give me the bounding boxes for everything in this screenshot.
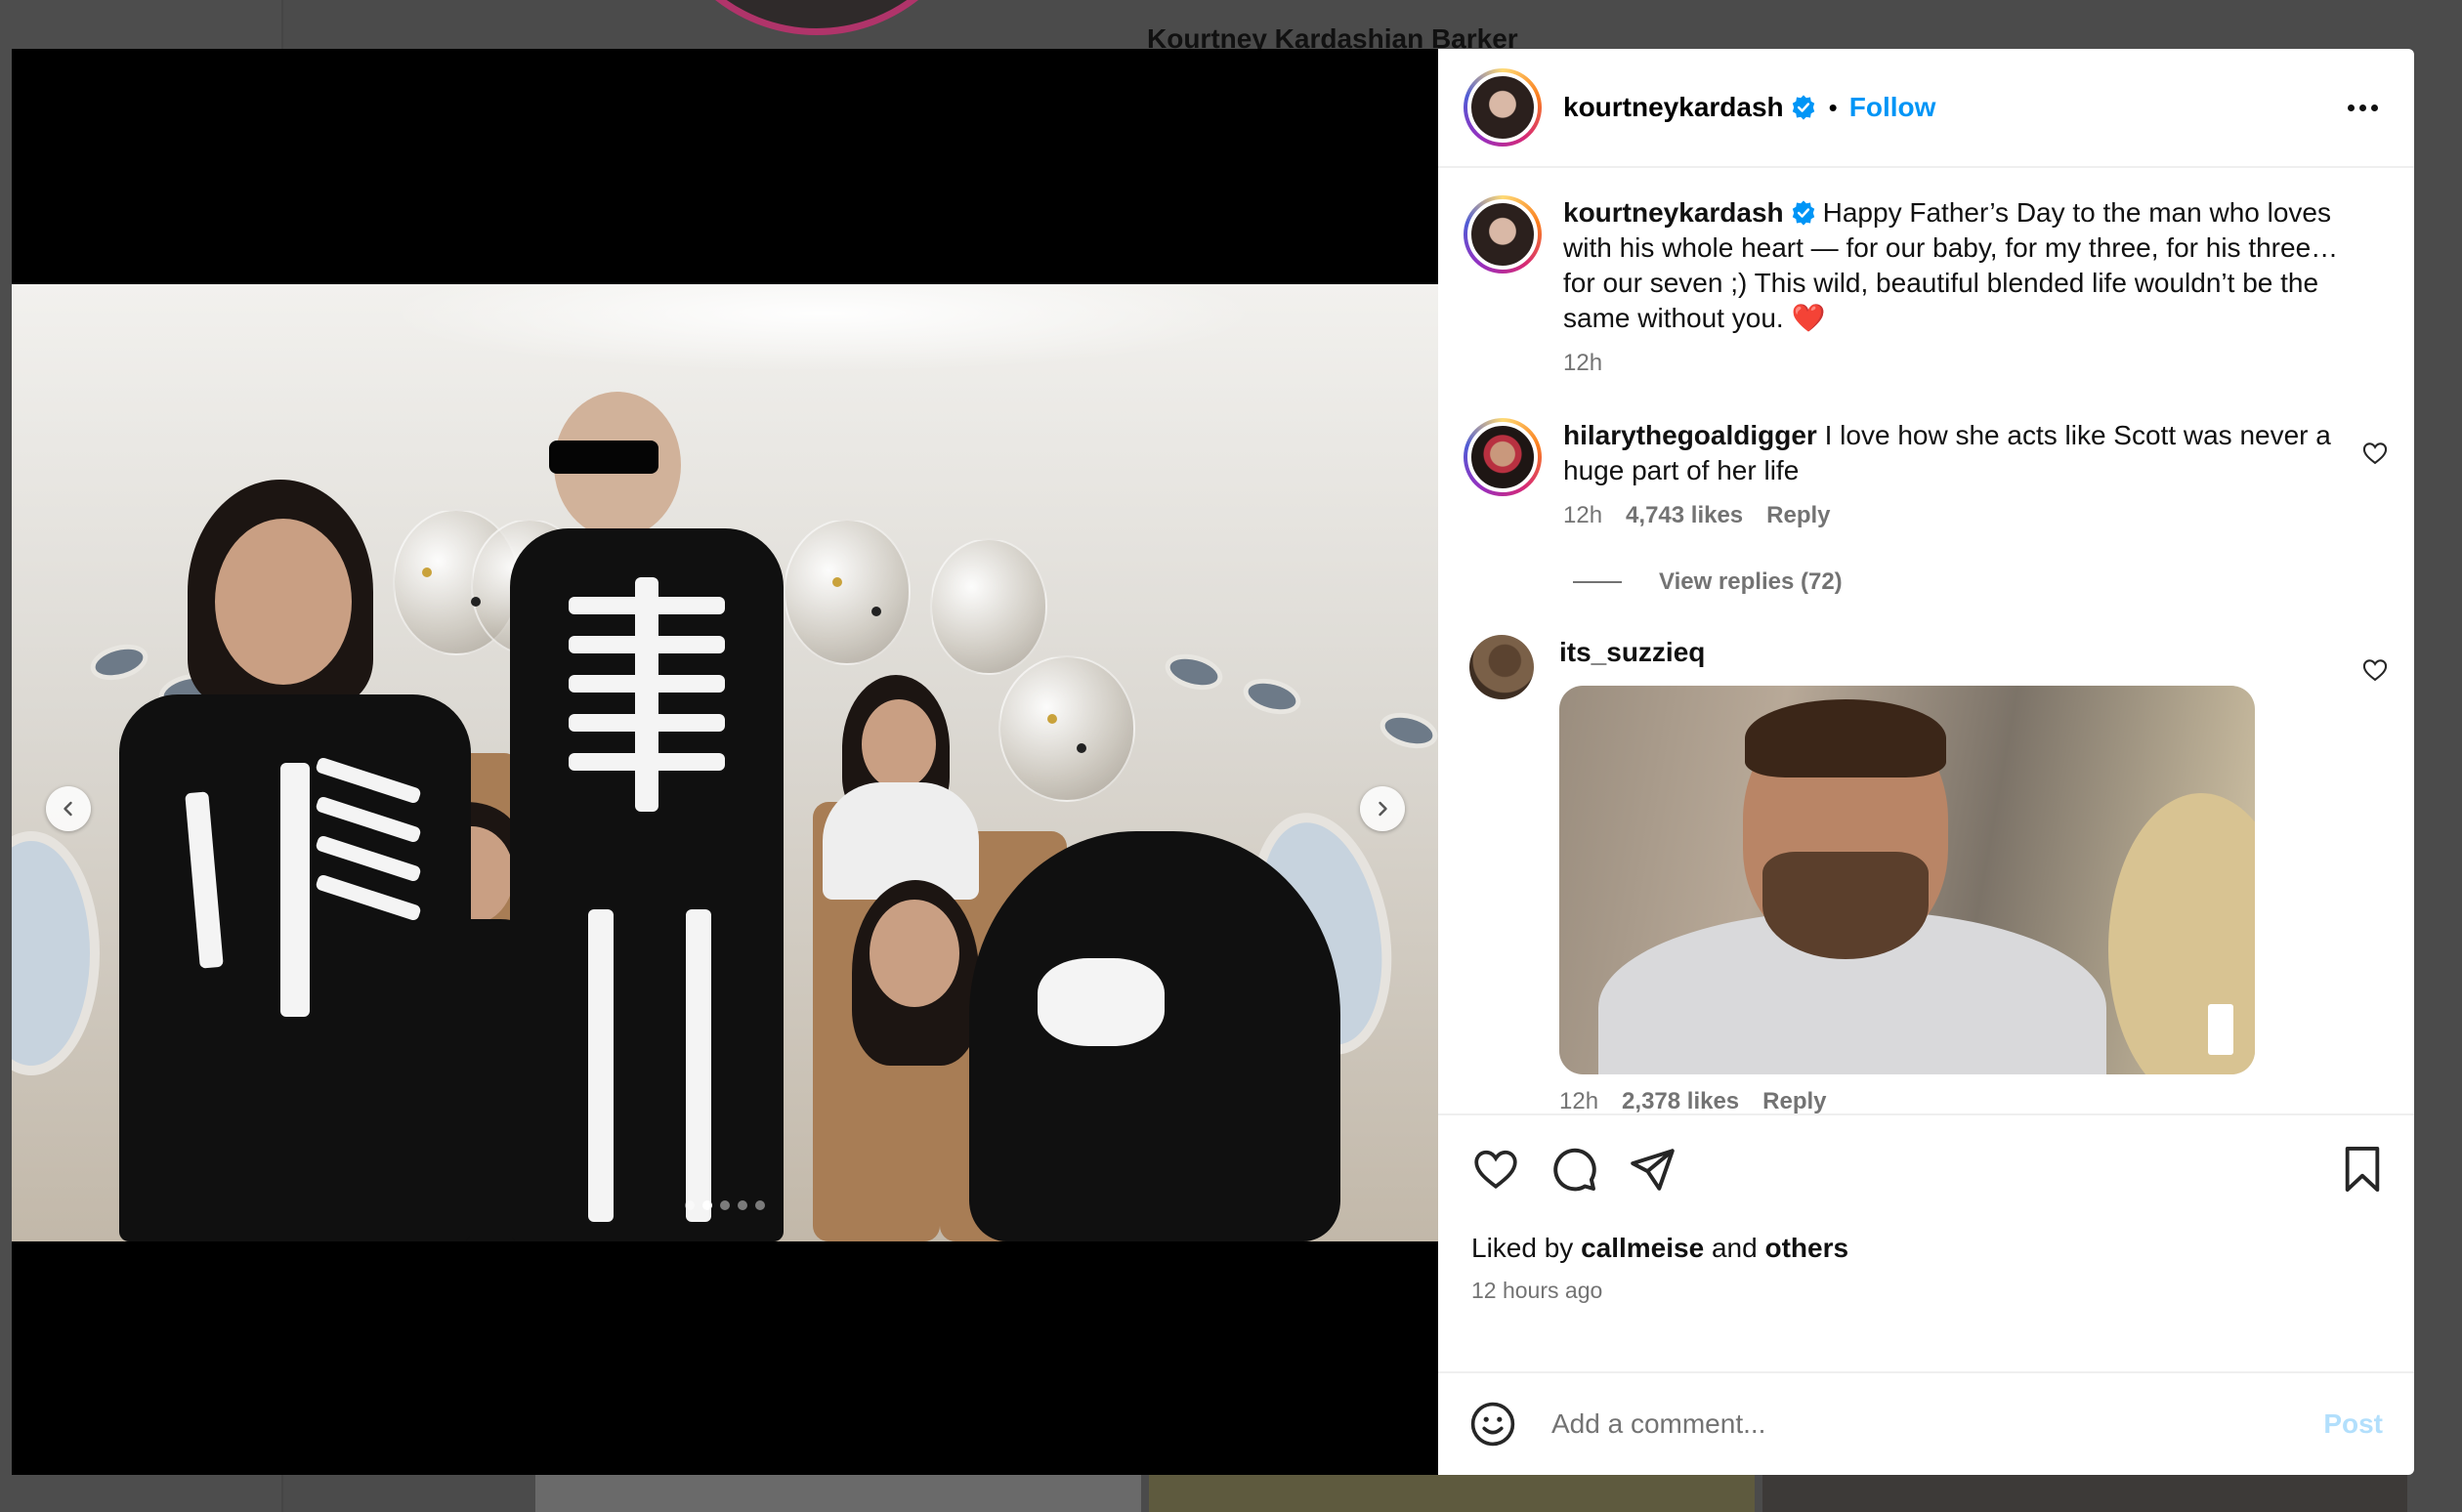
sunglasses (549, 441, 658, 474)
balloon (930, 538, 1047, 675)
author-username[interactable]: kourtneykardash (1563, 92, 1784, 123)
comment-bubble-icon[interactable] (1549, 1145, 1598, 1194)
comment-item: its_suzzieq 12h 2,378 likes Reply (1464, 635, 2389, 1113)
bookmark-icon[interactable] (2340, 1145, 2385, 1194)
follow-button[interactable]: Follow (1849, 92, 1936, 123)
carousel-dot (755, 1200, 765, 1210)
view-replies-label: View replies (72) (1659, 568, 1843, 595)
comment-timestamp[interactable]: 12h (1559, 1088, 1598, 1113)
comment-input[interactable] (1551, 1408, 2324, 1440)
cabin-window-large (12, 831, 100, 1075)
cabin-window (86, 638, 152, 687)
comment-item: hilarythegoaldigger I love how she acts … (1464, 418, 2389, 529)
comment-timestamp[interactable]: 12h (1563, 502, 1602, 529)
liked-by-summary: Liked by callmeise and others (1471, 1233, 1849, 1263)
heart-icon[interactable] (2361, 656, 2389, 684)
cabin-window (1239, 672, 1305, 721)
balloon (784, 519, 911, 665)
carousel-dot (702, 1200, 712, 1210)
carousel-dot (738, 1200, 747, 1210)
chevron-left-icon (64, 801, 72, 817)
verified-badge-icon (1792, 200, 1814, 226)
comment-composer: Post (1438, 1371, 2414, 1475)
header-separator: • (1828, 92, 1838, 122)
carousel-dot (685, 1200, 695, 1210)
post-modal: kourtneykardash • Follow kourtneykardash… (12, 49, 2414, 1475)
commenter-username[interactable]: its_suzzieq (1559, 637, 1705, 667)
post-header: kourtneykardash • Follow (1438, 49, 2414, 168)
post-side-panel: kourtneykardash • Follow kourtneykardash… (1438, 49, 2414, 1475)
network-logo (2208, 1004, 2233, 1055)
post-time-ago[interactable]: 12 hours ago (1471, 1278, 2389, 1304)
verified-badge-icon (1792, 95, 1814, 120)
caption-timestamp[interactable]: 12h (1563, 350, 1602, 377)
comment-gif[interactable] (1559, 686, 2255, 1074)
author-avatar[interactable] (1464, 68, 1542, 147)
carousel-prev-button[interactable] (46, 786, 91, 831)
post-photo[interactable] (12, 284, 1438, 1241)
background-post-grid (535, 1470, 2411, 1512)
post-caption: kourtneykardash Happy Father’s Day to the… (1464, 195, 2389, 377)
comment-likes-count[interactable]: 2,378 likes (1622, 1088, 1739, 1113)
commenter-avatar[interactable] (1469, 635, 1534, 699)
heart-icon[interactable] (2361, 440, 2389, 467)
paper-plane-icon[interactable] (1628, 1145, 1677, 1194)
balloon (998, 655, 1135, 802)
chevron-right-icon (1379, 801, 1387, 817)
post-actions: Liked by callmeise and others 12 hours a… (1438, 1113, 2414, 1371)
post-comment-button[interactable]: Post (2323, 1408, 2383, 1440)
heart-icon[interactable] (1471, 1145, 1520, 1194)
liked-by-user-link[interactable]: callmeise (1581, 1233, 1704, 1263)
reply-button[interactable]: Reply (1766, 502, 1830, 529)
commenter-username[interactable]: hilarythegoaldigger (1563, 420, 1817, 450)
liked-by-others-link[interactable]: others (1764, 1233, 1848, 1263)
cabin-window (1161, 648, 1227, 696)
comments-section: kourtneykardash Happy Father’s Day to the… (1438, 168, 2414, 1113)
caption-author-username[interactable]: kourtneykardash (1563, 197, 1784, 228)
reply-button[interactable]: Reply (1762, 1088, 1826, 1113)
commenter-avatar[interactable] (1464, 418, 1542, 496)
view-replies-button[interactable]: View replies (72) (1573, 568, 2389, 596)
comment-likes-count[interactable]: 4,743 likes (1626, 502, 1743, 529)
carousel-next-button[interactable] (1360, 786, 1405, 831)
caption-author-avatar[interactable] (1464, 195, 1542, 273)
more-options-icon[interactable] (2338, 88, 2387, 127)
background-profile-picture (653, 0, 981, 35)
cabin-window (1376, 706, 1438, 755)
carousel-dot (720, 1200, 730, 1210)
carousel-indicator (12, 1200, 1438, 1210)
post-media (12, 49, 1438, 1475)
emoji-smiley-icon[interactable] (1469, 1401, 1516, 1448)
